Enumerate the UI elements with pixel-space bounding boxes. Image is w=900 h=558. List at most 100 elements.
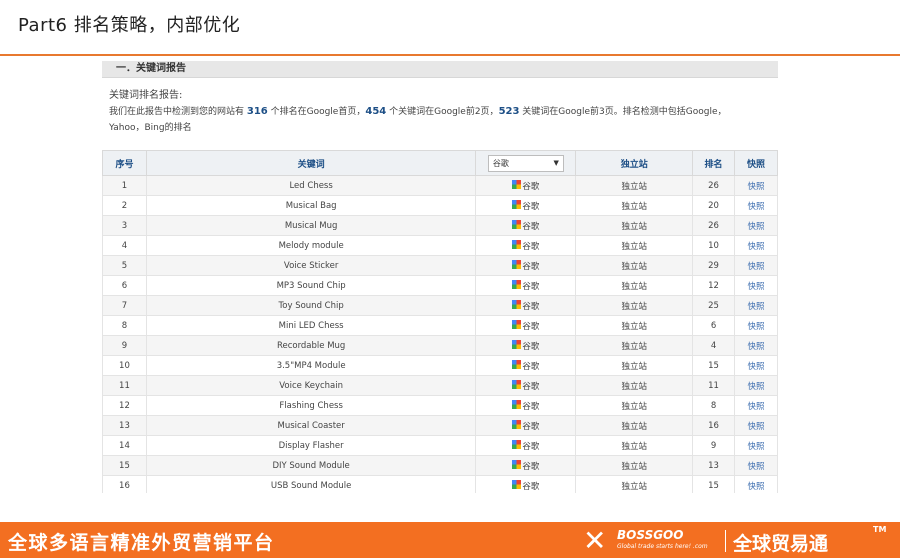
row-engine: 谷歌	[475, 195, 577, 216]
row-index: 16	[102, 475, 147, 493]
snapshot-link[interactable]: 快照	[748, 302, 765, 312]
row-snapshot-cell: 快照	[734, 275, 778, 296]
google-logo-icon	[512, 440, 522, 451]
snapshot-link[interactable]: 快照	[748, 482, 765, 492]
snapshot-link[interactable]: 快照	[748, 222, 765, 232]
row-rank: 16	[692, 415, 736, 436]
row-engine-label: 谷歌	[522, 321, 540, 332]
snapshot-link[interactable]: 快照	[748, 382, 765, 392]
row-keyword: USB Sound Module	[145, 475, 477, 493]
snapshot-link[interactable]: 快照	[748, 442, 765, 452]
table-row: 7 Toy Sound Chip 谷歌 独立站 25 快照	[102, 295, 778, 316]
table-header-row: 序号 关键词 谷歌 ▼ 独立站 排名 快照	[102, 150, 778, 176]
table-row: 9 Recordable Mug 谷歌 独立站 4 快照	[102, 335, 778, 356]
row-engine: 谷歌	[475, 215, 577, 236]
snapshot-link[interactable]: 快照	[748, 322, 765, 332]
report-summary: 关键词排名报告: 我们在此报告中检测到您的网站有 316 个排名在Google首…	[102, 78, 778, 136]
row-rank: 15	[692, 475, 736, 493]
row-rank: 29	[692, 255, 736, 276]
col-engine-header: 谷歌 ▼	[475, 150, 577, 176]
row-engine-label: 谷歌	[522, 381, 540, 392]
row-engine-label: 谷歌	[522, 281, 540, 292]
row-engine: 谷歌	[475, 415, 577, 436]
table-row: 16 USB Sound Module 谷歌 独立站 15 快照	[102, 475, 778, 493]
row-rank: 8	[692, 395, 736, 416]
snapshot-link[interactable]: 快照	[748, 202, 765, 212]
row-snapshot-cell: 快照	[734, 255, 778, 276]
row-keyword: Voice Keychain	[145, 375, 477, 396]
row-rank: 9	[692, 435, 736, 456]
google-logo-icon	[512, 240, 522, 251]
row-index: 9	[102, 335, 147, 356]
row-engine-label: 谷歌	[522, 441, 540, 452]
row-engine-label: 谷歌	[522, 301, 540, 312]
row-site: 独立站	[575, 375, 694, 396]
row-index: 15	[102, 455, 147, 476]
brand-chinese-name: 全球贸易通	[733, 533, 829, 555]
table-row: 14 Display Flasher 谷歌 独立站 9 快照	[102, 435, 778, 456]
brand-name: BOSSGOO	[617, 528, 684, 542]
row-site: 独立站	[575, 235, 694, 256]
report-text: 我们在此报告中检测到您的网站有	[109, 107, 247, 117]
report-line-1: 我们在此报告中检测到您的网站有 316 个排名在Google首页，454 个关键…	[109, 104, 778, 120]
google-logo-icon	[512, 200, 522, 211]
count-page2: 454	[365, 106, 387, 117]
google-logo-icon	[512, 380, 522, 391]
snapshot-link[interactable]: 快照	[748, 242, 765, 252]
row-index: 14	[102, 435, 147, 456]
snapshot-link[interactable]: 快照	[748, 182, 765, 192]
row-rank: 15	[692, 355, 736, 376]
row-rank: 25	[692, 295, 736, 316]
row-keyword: 3.5"MP4 Module	[145, 355, 477, 376]
row-engine: 谷歌	[475, 395, 577, 416]
google-logo-icon	[512, 280, 522, 291]
table-row: 13 Musical Coaster 谷歌 独立站 16 快照	[102, 415, 778, 436]
row-site: 独立站	[575, 455, 694, 476]
snapshot-link[interactable]: 快照	[748, 262, 765, 272]
row-engine: 谷歌	[475, 235, 577, 256]
row-snapshot-cell: 快照	[734, 235, 778, 256]
row-keyword: Led Chess	[145, 175, 477, 196]
col-keyword-header: 关键词	[145, 150, 477, 176]
snapshot-link[interactable]: 快照	[748, 342, 765, 352]
table-row: 10 3.5"MP4 Module 谷歌 独立站 15 快照	[102, 355, 778, 376]
row-site: 独立站	[575, 475, 694, 493]
row-keyword: Musical Coaster	[145, 415, 477, 436]
caret-down-icon: ▼	[553, 158, 559, 167]
search-engine-select[interactable]: 谷歌 ▼	[487, 154, 564, 172]
row-rank: 10	[692, 235, 736, 256]
row-keyword: Musical Bag	[145, 195, 477, 216]
table-row: 15 DIY Sound Module 谷歌 独立站 13 快照	[102, 455, 778, 476]
table-row: 5 Voice Sticker 谷歌 独立站 29 快照	[102, 255, 778, 276]
row-site: 独立站	[575, 335, 694, 356]
row-engine: 谷歌	[475, 295, 577, 316]
row-engine: 谷歌	[475, 275, 577, 296]
row-engine-label: 谷歌	[522, 421, 540, 432]
table-row: 1 Led Chess 谷歌 独立站 26 快照	[102, 175, 778, 196]
table-row: 6 MP3 Sound Chip 谷歌 独立站 12 快照	[102, 275, 778, 296]
google-logo-icon	[512, 360, 522, 371]
snapshot-link[interactable]: 快照	[748, 462, 765, 472]
row-keyword: Toy Sound Chip	[145, 295, 477, 316]
row-keyword: Display Flasher	[145, 435, 477, 456]
row-index: 3	[102, 215, 147, 236]
snapshot-link[interactable]: 快照	[748, 362, 765, 372]
row-snapshot-cell: 快照	[734, 475, 778, 493]
row-rank: 26	[692, 175, 736, 196]
row-snapshot-cell: 快照	[734, 335, 778, 356]
row-engine: 谷歌	[475, 375, 577, 396]
snapshot-link[interactable]: 快照	[748, 402, 765, 412]
row-snapshot-cell: 快照	[734, 455, 778, 476]
row-engine-label: 谷歌	[522, 261, 540, 272]
row-rank: 12	[692, 275, 736, 296]
section-header: 一．关键词报告	[102, 61, 778, 78]
row-rank: 6	[692, 315, 736, 336]
row-engine-label: 谷歌	[522, 221, 540, 232]
snapshot-link[interactable]: 快照	[748, 282, 765, 292]
row-engine: 谷歌	[475, 315, 577, 336]
google-logo-icon	[512, 420, 522, 431]
bossgoo-x-logo-icon: ✕	[583, 524, 607, 557]
col-site-header: 独立站	[575, 150, 694, 176]
snapshot-link[interactable]: 快照	[748, 422, 765, 432]
row-snapshot-cell: 快照	[734, 395, 778, 416]
